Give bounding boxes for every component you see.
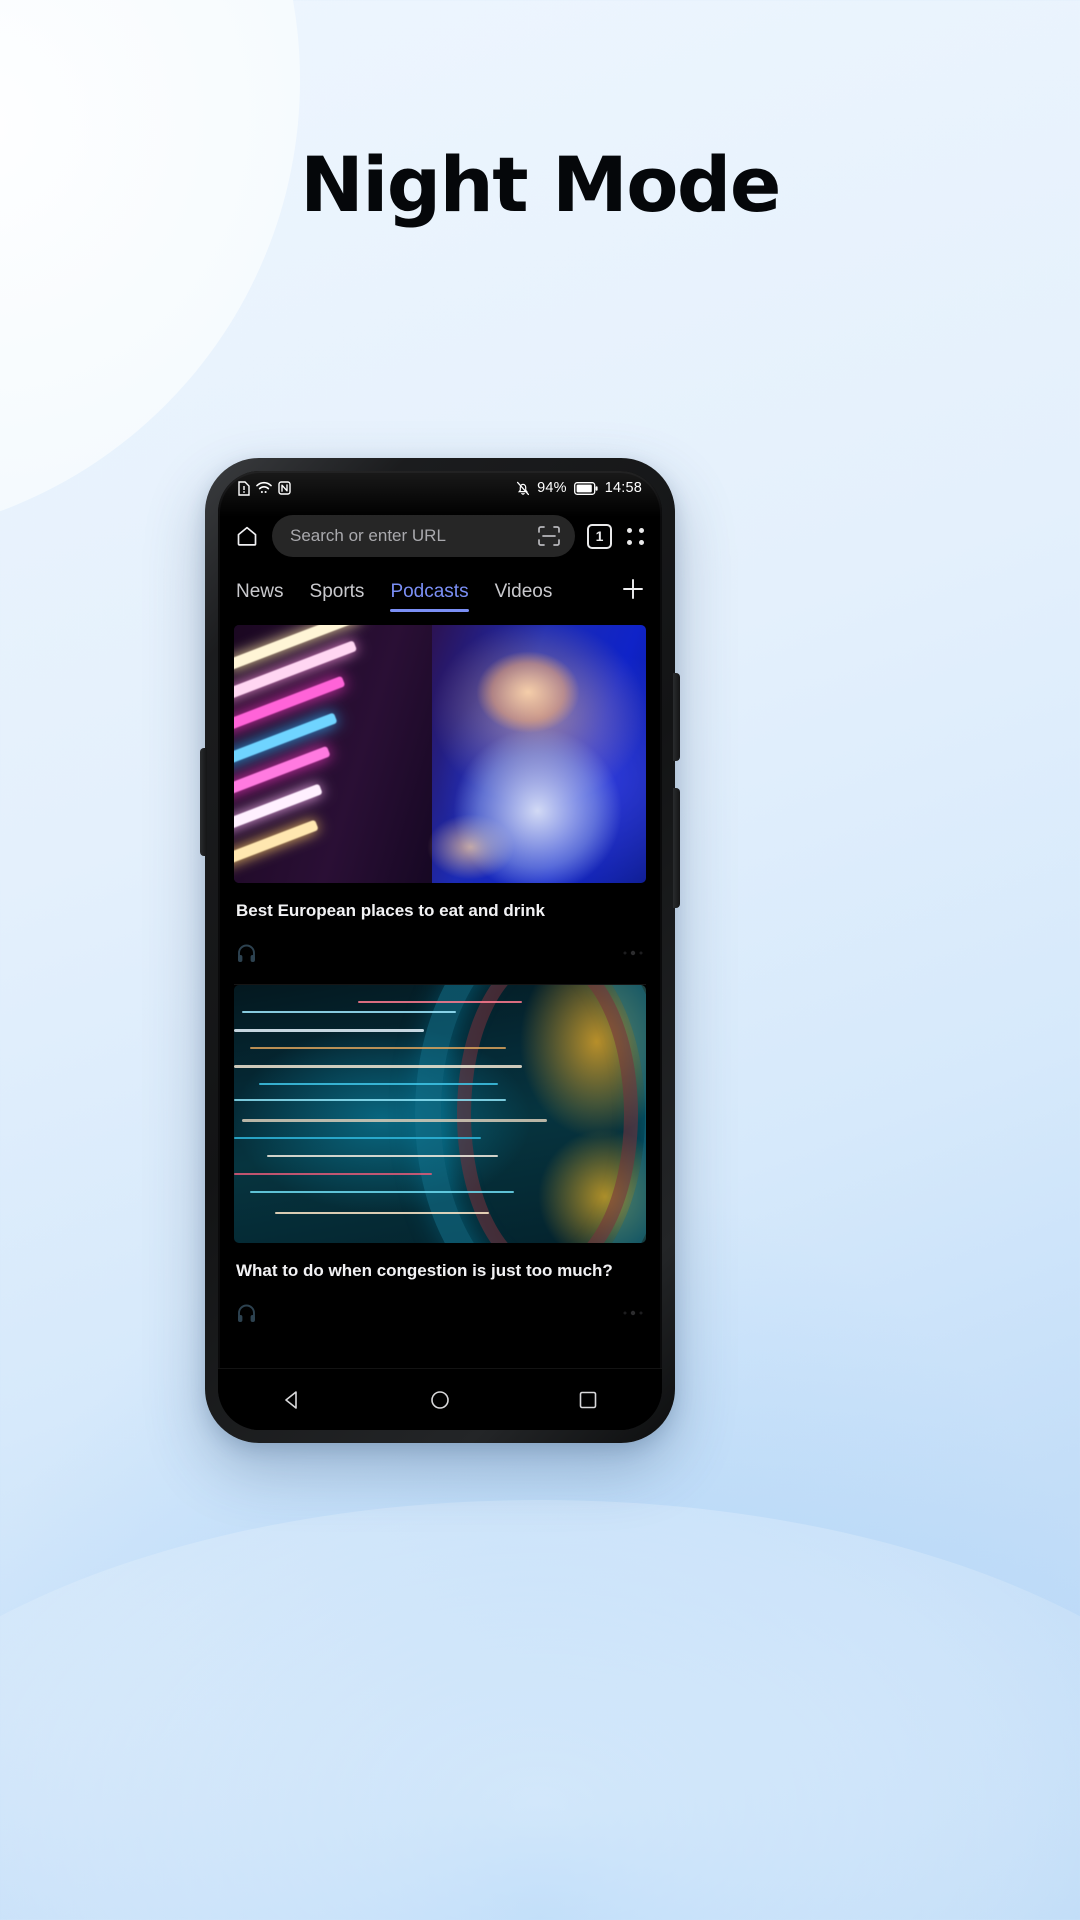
traffic-photo (234, 985, 646, 1244)
phone-device-frame: 94% 14:58 Search or enter URL 1 News Spo… (200, 458, 680, 1443)
home-circle-icon[interactable] (429, 1389, 451, 1411)
recents-square-icon[interactable] (577, 1389, 599, 1411)
wifi-icon (256, 481, 272, 495)
search-placeholder-label: Search or enter URL (290, 526, 446, 545)
android-navigation-bar (218, 1368, 662, 1430)
status-bar: 94% 14:58 (218, 471, 662, 505)
photo-subject (398, 625, 638, 883)
menu-grid-icon[interactable] (624, 525, 646, 547)
status-bar-right: 94% 14:58 (516, 480, 642, 496)
home-icon[interactable] (234, 523, 260, 549)
phone-power-button[interactable] (673, 788, 680, 908)
card-meta-row (234, 922, 646, 984)
headphones-icon[interactable] (236, 943, 257, 964)
battery-percent-label: 94% (537, 480, 567, 496)
clock-label: 14:58 (604, 480, 642, 496)
article-feed: Best European places to eat and drink Wh… (218, 625, 662, 1344)
battery-icon (573, 481, 598, 495)
headphones-icon[interactable] (236, 1303, 257, 1324)
browser-toolbar: Search or enter URL 1 (218, 505, 662, 567)
more-horizontal-icon[interactable] (622, 950, 644, 956)
neon-photo (234, 625, 646, 883)
phone-left-button[interactable] (200, 748, 207, 856)
tab-count-button[interactable]: 1 (587, 523, 612, 549)
back-triangle-icon[interactable] (281, 1389, 303, 1411)
more-horizontal-icon[interactable] (622, 1310, 644, 1316)
category-tab-bar: News Sports Podcasts Videos (218, 567, 662, 625)
card-meta-row (234, 1282, 646, 1344)
card-image[interactable] (234, 625, 646, 883)
qr-scan-icon[interactable] (537, 525, 561, 547)
tab-videos[interactable]: Videos (495, 581, 553, 612)
card-title[interactable]: Best European places to eat and drink (234, 883, 646, 922)
highway-curve-inner (456, 985, 638, 1244)
feed-card[interactable]: Best European places to eat and drink (218, 625, 662, 984)
phone-screen: 94% 14:58 Search or enter URL 1 News Spo… (218, 471, 662, 1430)
bell-muted-icon (516, 481, 530, 496)
page-title: Night Mode (300, 140, 781, 229)
tab-news[interactable]: News (236, 581, 284, 612)
search-input[interactable]: Search or enter URL (272, 515, 575, 557)
nfc-icon (278, 481, 291, 495)
add-tab-button[interactable] (620, 576, 646, 617)
phone-volume-up-button[interactable] (673, 673, 680, 761)
card-title[interactable]: What to do when congestion is just too m… (234, 1243, 646, 1282)
feed-card[interactable]: What to do when congestion is just too m… (218, 985, 662, 1344)
status-bar-left (238, 480, 291, 496)
sim-alert-icon (238, 480, 250, 496)
card-image[interactable] (234, 985, 646, 1244)
tab-podcasts[interactable]: Podcasts (390, 581, 469, 612)
tab-sports[interactable]: Sports (310, 581, 365, 612)
